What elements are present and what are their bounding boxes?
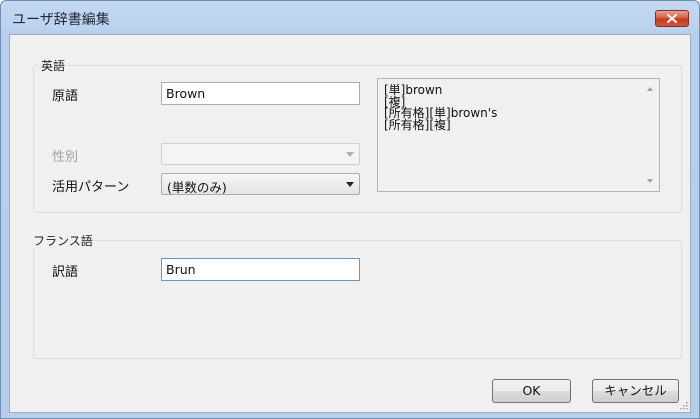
cancel-button[interactable]: キャンセル (592, 379, 679, 403)
original-label: 原語 (52, 89, 79, 104)
conjugation-select[interactable]: (単数のみ) (161, 173, 360, 195)
inflection-preview-list[interactable]: [単]brown [複] [所有格][単]brown's [所有格][複] (377, 78, 660, 192)
original-input[interactable]: Brown (161, 82, 360, 105)
resize-grip-icon[interactable] (678, 400, 688, 410)
translation-label: 訳語 (52, 265, 79, 280)
english-group-label: 英語 (39, 57, 68, 74)
preview-line: [所有格][複] (384, 117, 451, 132)
gender-label: 性別 (52, 150, 79, 165)
title-bar[interactable]: ユーザ辞書編集 (1, 1, 699, 33)
conjugation-label: 活用パターン (52, 180, 130, 195)
ok-button[interactable]: OK (492, 379, 571, 403)
window-title: ユーザ辞書編集 (12, 12, 110, 28)
dialog-window: ユーザ辞書編集 英語 原語 Brown 性別 活用パターン (単数のみ) [単]… (0, 0, 700, 419)
translation-input[interactable]: Brun (161, 258, 360, 281)
scroll-down-icon[interactable] (647, 179, 653, 183)
close-icon (667, 14, 677, 23)
chevron-down-icon (346, 182, 354, 187)
close-button[interactable] (655, 10, 689, 27)
french-group-label: フランス語 (31, 232, 95, 249)
conjugation-select-value: (単数のみ) (167, 180, 227, 195)
chevron-down-icon (346, 152, 354, 157)
preview-scrollbar[interactable] (642, 79, 659, 191)
dialog-client-area: 英語 原語 Brown 性別 活用パターン (単数のみ) [単]brown [複… (9, 34, 691, 413)
scroll-up-icon[interactable] (647, 87, 653, 91)
gender-select[interactable] (161, 143, 360, 165)
